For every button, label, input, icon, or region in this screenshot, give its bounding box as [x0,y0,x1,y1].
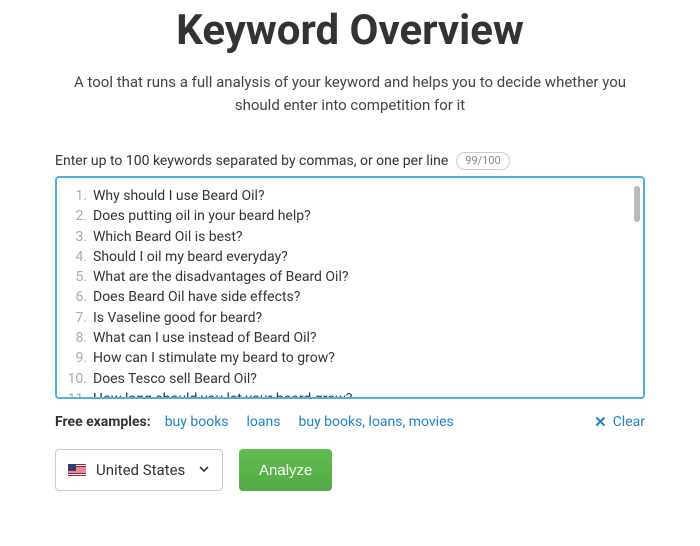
keyword-line[interactable]: 2. Does putting oil in your beard help? [63,206,633,226]
keyword-line-number: 6. [63,287,87,307]
keyword-text: How long should you let your beard grow? [93,389,352,399]
keyword-text: Does Beard Oil have side effects? [93,287,300,307]
keyword-text: Should I oil my beard everyday? [93,247,288,267]
keyword-text: Is Vaseline good for beard? [93,308,262,328]
keyword-line-number: 5. [63,267,87,287]
us-flag-icon [68,464,86,476]
country-select[interactable]: United States [55,449,223,491]
keyword-line[interactable]: 10. Does Tesco sell Beard Oil? [63,369,633,389]
keyword-text: What are the disadvantages of Beard Oil? [93,267,348,287]
keyword-line[interactable]: 7. Is Vaseline good for beard? [63,308,633,328]
keyword-line-number: 10. [63,369,87,389]
keyword-line[interactable]: 4. Should I oil my beard everyday? [63,247,633,267]
keyword-line[interactable]: 9. How can I stimulate my beard to grow? [63,348,633,368]
keyword-line[interactable]: 5. What are the disadvantages of Beard Oi… [63,267,633,287]
clear-label: Clear [613,414,645,430]
country-label: United States [96,461,185,479]
keyword-line-number: 4. [63,247,87,267]
analyze-button[interactable]: Analyze [239,449,332,491]
keyword-line-number: 11. [63,389,87,399]
keyword-line[interactable]: 6. Does Beard Oil have side effects? [63,287,633,307]
clear-button[interactable]: ✕ Clear [594,413,645,431]
keyword-line[interactable]: 1. Why should I use Beard Oil? [63,186,633,206]
page-subtitle: A tool that runs a full analysis of your… [70,71,630,116]
free-examples-label: Free examples: [55,414,151,430]
keyword-text: Which Beard Oil is best? [93,227,243,247]
example-link-3[interactable]: buy books, loans, movies [298,414,453,430]
keyword-line-number: 3. [63,227,87,247]
keyword-line-number: 9. [63,348,87,368]
keyword-text: What can I use instead of Beard Oil? [93,328,317,348]
keyword-line[interactable]: 8. What can I use instead of Beard Oil? [63,328,633,348]
keyword-text: Why should I use Beard Oil? [93,186,265,206]
input-prompt-label: Enter up to 100 keywords separated by co… [55,153,448,169]
keyword-line-number: 8. [63,328,87,348]
keyword-line[interactable]: 3. Which Beard Oil is best? [63,227,633,247]
keyword-counter-badge: 99/100 [456,152,509,170]
close-icon: ✕ [594,413,607,431]
keyword-text: Does putting oil in your beard help? [93,206,311,226]
keyword-line-number: 1. [63,186,87,206]
keyword-line[interactable]: 11. How long should you let your beard gr… [63,389,633,399]
page-title: Keyword Overview [55,6,645,55]
chevron-down-icon [198,461,210,479]
keyword-text: Does Tesco sell Beard Oil? [93,369,257,389]
scrollbar-thumb[interactable] [634,186,640,222]
keywords-textarea[interactable]: 1. Why should I use Beard Oil? 2. Does putt… [55,176,645,399]
keyword-line-number: 7. [63,308,87,328]
example-link-2[interactable]: loans [247,414,281,430]
keyword-text: How can I stimulate my beard to grow? [93,348,335,368]
keyword-line-number: 2. [63,206,87,226]
example-link-1[interactable]: buy books [165,414,229,430]
